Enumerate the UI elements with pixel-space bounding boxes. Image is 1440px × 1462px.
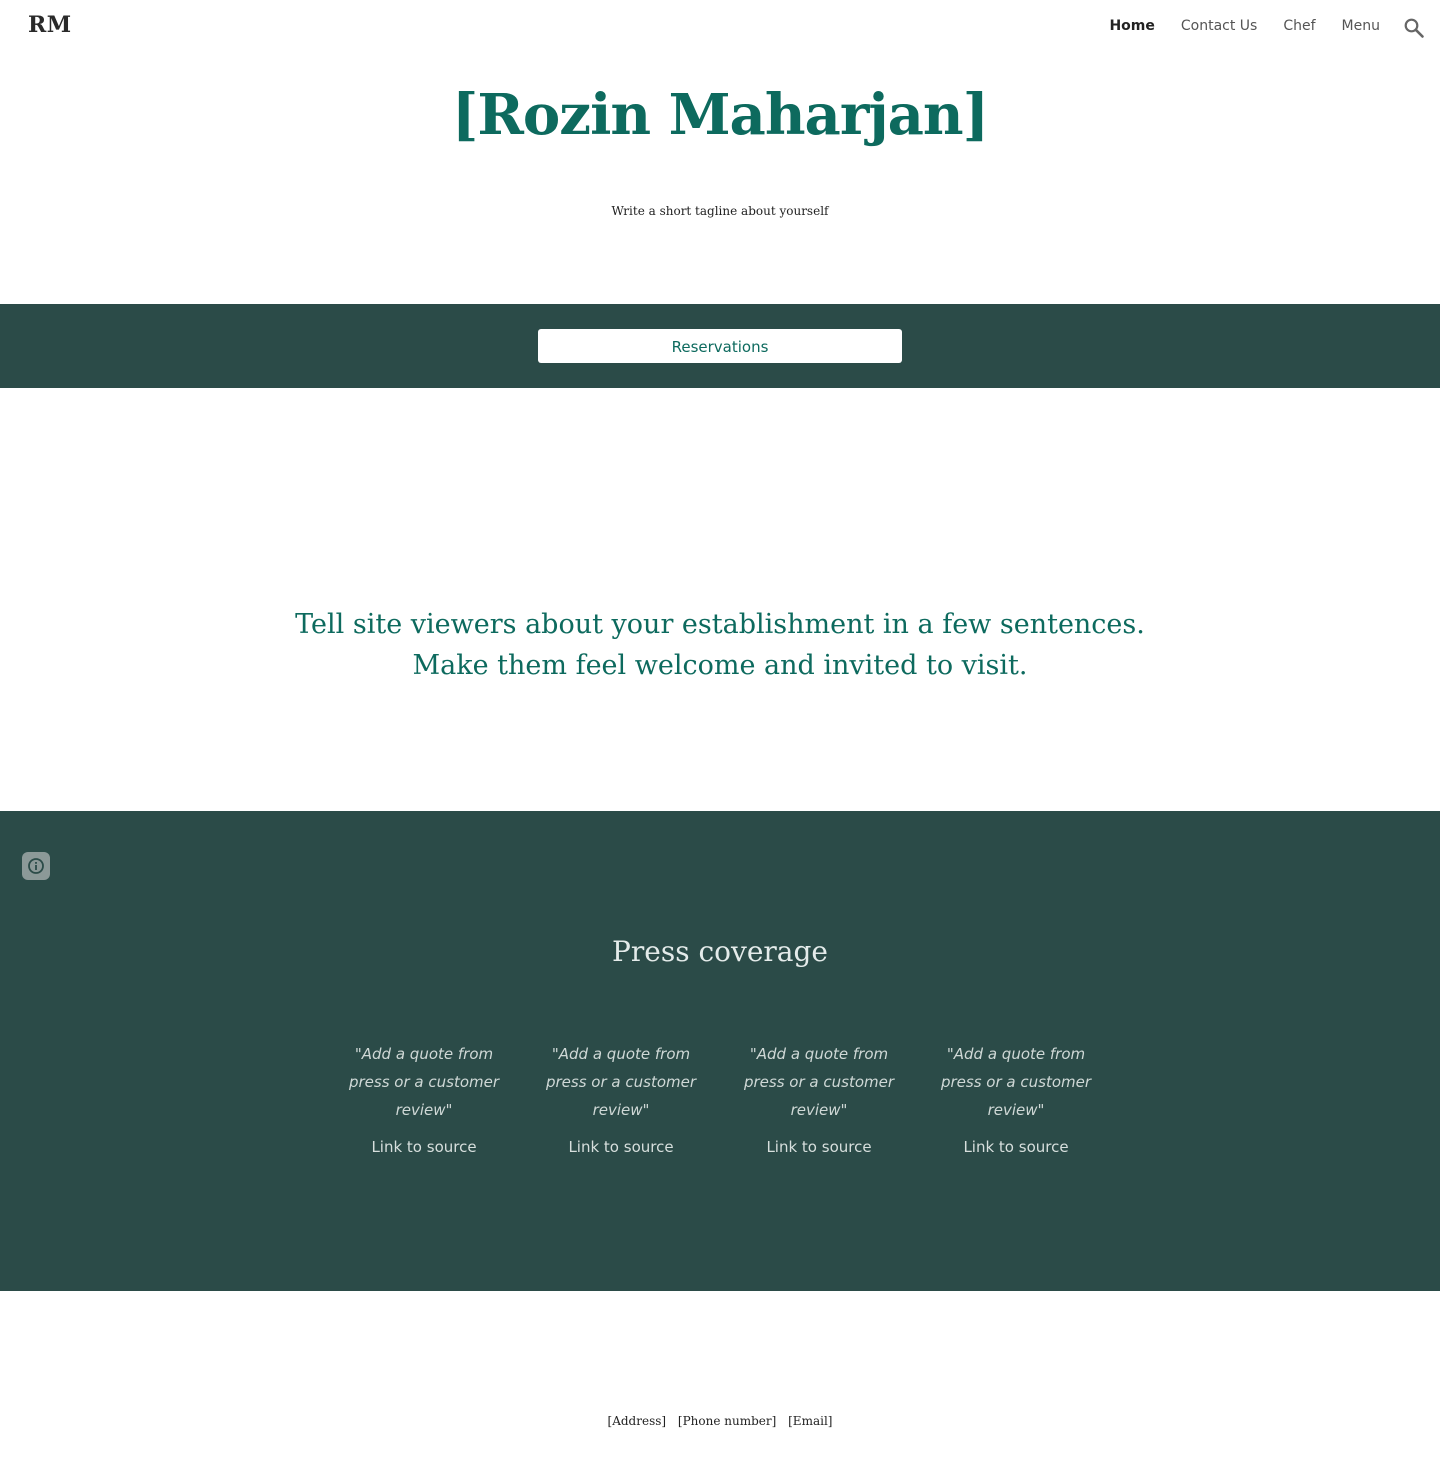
- quote-text: "Add a quote from press or a customer re…: [536, 1040, 706, 1124]
- nav-item-home[interactable]: Home: [1109, 18, 1154, 34]
- main-nav: Home Contact Us Chef Menu: [1109, 18, 1380, 34]
- quote-line: press or a customer: [545, 1073, 697, 1091]
- press-quote-card: "Add a quote from press or a customer re…: [931, 1040, 1101, 1156]
- nav-item-menu[interactable]: Menu: [1342, 18, 1380, 34]
- press-quote-card: "Add a quote from press or a customer re…: [536, 1040, 706, 1156]
- tagline: Write a short tagline about yourself: [611, 204, 829, 218]
- source-link[interactable]: Link to source: [931, 1138, 1101, 1156]
- page-title: [Rozin Maharjan]: [451, 82, 989, 148]
- top-navigation-bar: RM Home Contact Us Chef Menu: [0, 0, 1440, 56]
- intro-line: Make them feel welcome and invited to vi…: [412, 650, 1028, 681]
- nav-item-contact-us[interactable]: Contact Us: [1181, 18, 1257, 34]
- source-link[interactable]: Link to source: [339, 1138, 509, 1156]
- press-section: Press coverage "Add a quote from press o…: [0, 811, 1440, 1291]
- quote-line: review": [592, 1101, 650, 1119]
- info-icon[interactable]: [22, 852, 50, 880]
- footer-address: [Address]: [607, 1414, 667, 1428]
- quote-text: "Add a quote from press or a customer re…: [931, 1040, 1101, 1124]
- footer-contact: [Address] [Phone number] [Email]: [0, 1414, 1440, 1428]
- intro-text: Tell site viewers about your establishme…: [0, 604, 1440, 686]
- source-link[interactable]: Link to source: [536, 1138, 706, 1156]
- intro-line: Tell site viewers about your establishme…: [295, 609, 1145, 640]
- quote-line: "Add a quote from: [354, 1045, 494, 1063]
- quote-line: "Add a quote from: [551, 1045, 691, 1063]
- source-link[interactable]: Link to source: [734, 1138, 904, 1156]
- quote-line: review": [790, 1101, 848, 1119]
- quote-line: press or a customer: [348, 1073, 500, 1091]
- quote-line: press or a customer: [743, 1073, 895, 1091]
- reservations-button[interactable]: Reservations: [538, 329, 902, 363]
- quote-line: "Add a quote from: [946, 1045, 1086, 1063]
- quote-line: review": [395, 1101, 453, 1119]
- quote-line: press or a customer: [940, 1073, 1092, 1091]
- quote-line: "Add a quote from: [749, 1045, 889, 1063]
- quote-line: review": [987, 1101, 1045, 1119]
- search-icon[interactable]: [1402, 16, 1426, 40]
- quote-text: "Add a quote from press or a customer re…: [734, 1040, 904, 1124]
- info-icon-glyph: [28, 858, 44, 874]
- press-quote-card: "Add a quote from press or a customer re…: [339, 1040, 509, 1156]
- press-quote-card: "Add a quote from press or a customer re…: [734, 1040, 904, 1156]
- footer-email: [Email]: [788, 1414, 833, 1428]
- press-title: Press coverage: [612, 935, 828, 968]
- site-logo[interactable]: RM: [28, 12, 72, 38]
- nav-item-chef[interactable]: Chef: [1283, 18, 1315, 34]
- quote-text: "Add a quote from press or a customer re…: [339, 1040, 509, 1124]
- reservations-band: Reservations: [0, 304, 1440, 388]
- footer-phone: [Phone number]: [677, 1414, 777, 1428]
